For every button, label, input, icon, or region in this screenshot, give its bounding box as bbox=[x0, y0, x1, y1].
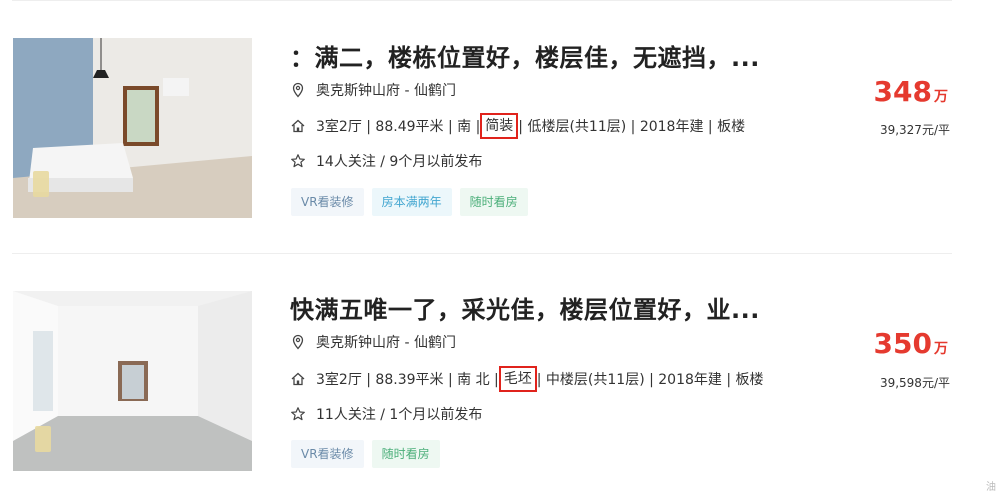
follow-row: 11人关注 / 1个月以前发布 bbox=[290, 404, 482, 424]
location-pin-icon bbox=[290, 82, 306, 98]
decoration-highlight: 简装 bbox=[480, 113, 519, 139]
listing-photo[interactable] bbox=[13, 291, 252, 471]
price-unit: 万 bbox=[934, 341, 948, 357]
house-info-text: 3室2厅 | 88.49平米 | 南 | bbox=[316, 119, 481, 135]
top-divider bbox=[12, 0, 952, 1]
star-icon bbox=[290, 153, 306, 169]
unit-price: 39,327元/平 bbox=[879, 123, 950, 137]
decoration-highlight: 毛坯 bbox=[498, 366, 537, 392]
listing-title[interactable]: ：满二，楼栋位置好，楼层佳，无遮挡，... bbox=[290, 38, 760, 73]
corner-watermark: 油 bbox=[986, 482, 996, 493]
follow-row: 14人关注 / 9个月以前发布 bbox=[290, 151, 482, 171]
tag-list: VR看装修 房本满两年 随时看房 bbox=[291, 188, 528, 216]
house-info-text: | 低楼层(共11层) | 2018年建 | 板楼 bbox=[518, 119, 746, 135]
tag-vr: VR看装修 bbox=[291, 188, 364, 216]
house-icon bbox=[290, 371, 306, 387]
location-pin-icon bbox=[290, 334, 306, 350]
house-icon bbox=[290, 118, 306, 134]
house-info-row: 3室2厅 | 88.49平米 | 南 | 简装 | 低楼层(共11层) | 20… bbox=[290, 113, 746, 139]
tag-vr: VR看装修 bbox=[291, 440, 364, 468]
community-link[interactable]: 奥克斯钟山府 - 仙鹤门 bbox=[316, 80, 456, 100]
location-row: 奥克斯钟山府 - 仙鹤门 bbox=[290, 332, 456, 352]
total-price: 348 万 bbox=[874, 75, 948, 108]
tag-visit: 随时看房 bbox=[371, 440, 440, 468]
listing-title[interactable]: 快满五唯一了，采光佳，楼层位置好，业... bbox=[290, 290, 760, 325]
unit-price: 39,598元/平 bbox=[879, 376, 950, 390]
follow-text: 11人关注 / 1个月以前发布 bbox=[316, 407, 483, 423]
star-icon bbox=[290, 406, 306, 422]
follow-text: 14人关注 / 9个月以前发布 bbox=[316, 154, 483, 170]
tag-list: VR看装修 随时看房 bbox=[291, 440, 440, 468]
price-value: 348 bbox=[873, 75, 932, 108]
location-row: 奥克斯钟山府 - 仙鹤门 bbox=[290, 80, 456, 100]
house-info-text: 3室2厅 | 88.39平米 | 南 北 | bbox=[316, 372, 499, 388]
house-info-row: 3室2厅 | 88.39平米 | 南 北 | 毛坯 | 中楼层(共11层) | … bbox=[290, 366, 764, 392]
tag-cert: 房本满两年 bbox=[371, 188, 452, 216]
listing-divider bbox=[12, 253, 952, 254]
house-info-text: | 中楼层(共11层) | 2018年建 | 板楼 bbox=[536, 372, 764, 388]
listing-photo[interactable] bbox=[13, 38, 252, 218]
total-price: 350 万 bbox=[874, 327, 948, 360]
room-image bbox=[13, 291, 252, 471]
community-link[interactable]: 奥克斯钟山府 - 仙鹤门 bbox=[316, 332, 456, 352]
room-image bbox=[13, 38, 252, 218]
tag-visit: 随时看房 bbox=[459, 188, 528, 216]
price-unit: 万 bbox=[934, 89, 948, 105]
price-value: 350 bbox=[873, 327, 932, 360]
